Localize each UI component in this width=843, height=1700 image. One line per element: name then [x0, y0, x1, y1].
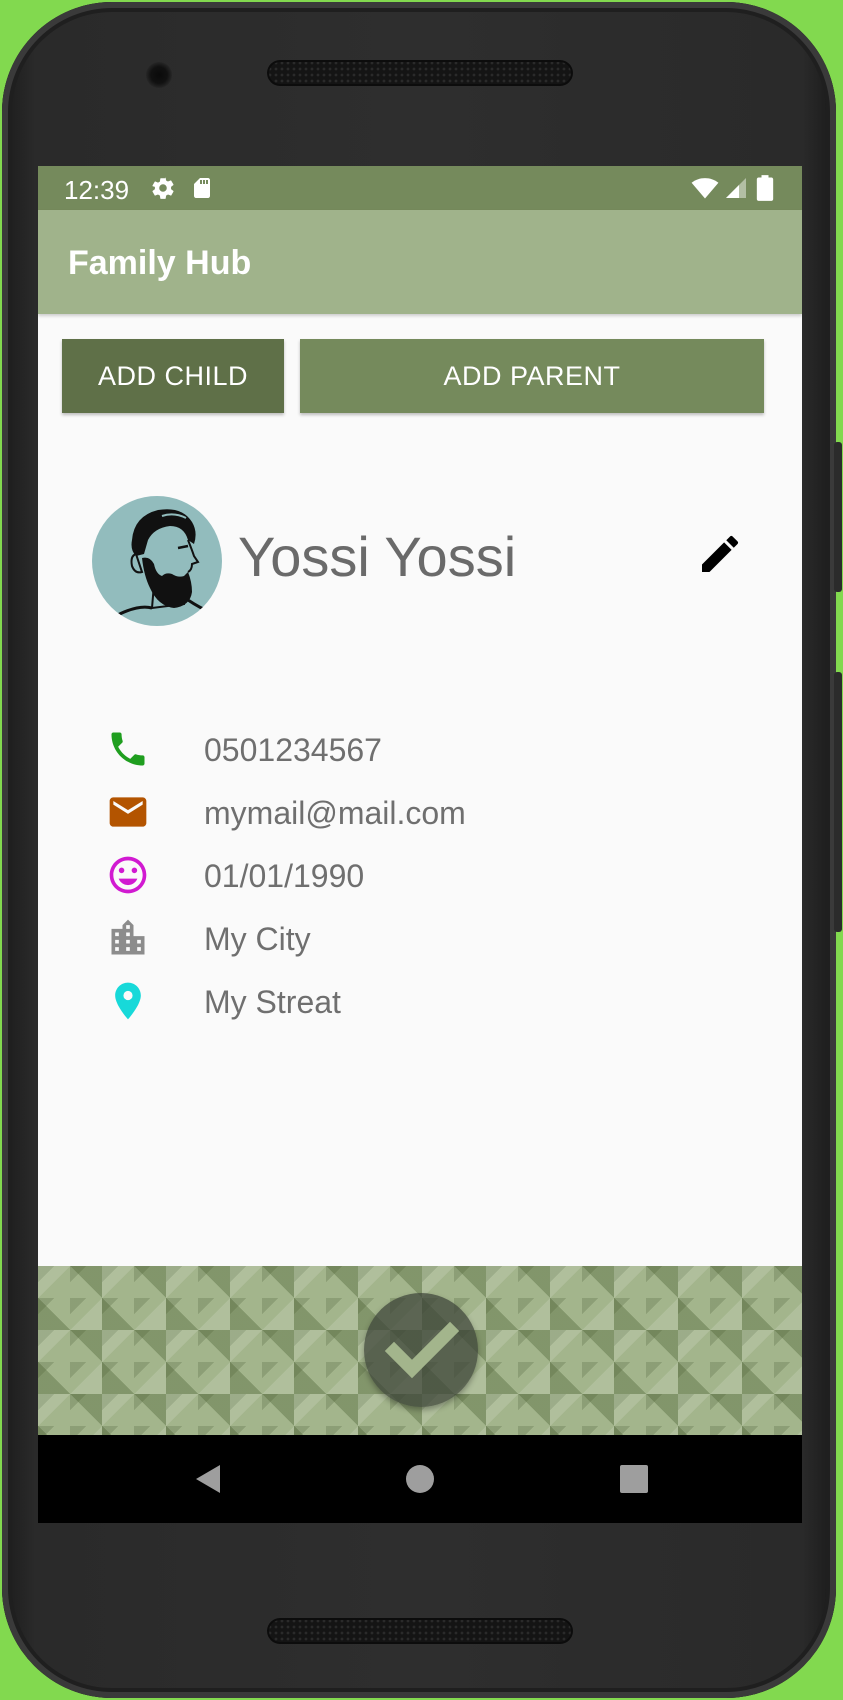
bearded-man-avatar-icon: [111, 509, 211, 620]
email-icon: [106, 790, 150, 834]
recents-icon[interactable]: [614, 1459, 654, 1499]
location-pin-icon: [106, 979, 150, 1023]
back-icon[interactable]: [188, 1459, 228, 1499]
smiley-icon: [106, 853, 150, 897]
wifi-icon: [690, 174, 720, 207]
screen: 12:39 Family Hub ADD CHILD ADD PARENT Yo…: [38, 166, 802, 1523]
app-bar: Family Hub: [38, 210, 802, 314]
add-parent-button[interactable]: ADD PARENT: [300, 339, 764, 413]
phone-value: 0501234567: [204, 732, 382, 768]
add-child-button[interactable]: ADD CHILD: [62, 339, 284, 413]
app-title: Family Hub: [68, 244, 252, 282]
battery-icon: [756, 174, 774, 207]
confirm-fab[interactable]: [364, 1293, 478, 1407]
phone-icon: [106, 727, 150, 771]
status-bar: 12:39: [38, 166, 802, 210]
earpiece-speaker: [267, 60, 573, 86]
avatar: [92, 496, 222, 626]
city-value: My City: [204, 921, 311, 957]
cell-signal-icon: [724, 175, 748, 206]
street-value: My Streat: [204, 984, 341, 1020]
birthday-value: 01/01/1990: [204, 858, 365, 894]
checkmark-icon: [384, 1321, 460, 1379]
home-icon[interactable]: [400, 1459, 440, 1499]
bottom-speaker: [267, 1618, 573, 1644]
volume-button: [834, 672, 842, 932]
status-time: 12:39: [64, 175, 130, 205]
phone-frame: 12:39 Family Hub ADD CHILD ADD PARENT Yo…: [2, 2, 842, 1698]
email-value: mymail@mail.com: [204, 795, 466, 831]
city-icon: [106, 916, 150, 960]
power-button: [834, 442, 842, 592]
sd-card-icon: [190, 175, 214, 206]
profile-name: Yossi Yossi: [238, 525, 517, 588]
front-camera: [146, 62, 172, 88]
navigation-bar: [38, 1435, 802, 1523]
pencil-icon[interactable]: [696, 530, 744, 583]
gear-icon: [150, 175, 176, 206]
